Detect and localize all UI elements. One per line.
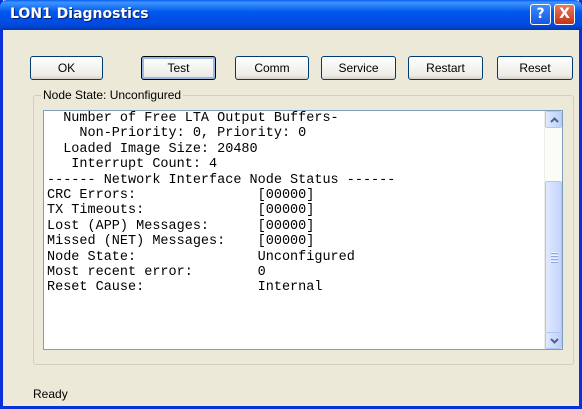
scroll-thumb[interactable]	[545, 181, 562, 333]
grip-line	[551, 252, 558, 254]
output-line: Node State: Unconfigured	[47, 249, 355, 265]
grip-line	[551, 255, 558, 257]
diagnostics-window: LON1 Diagnostics ? X OK Test Comm Servic…	[0, 0, 582, 409]
scroll-up-button[interactable]	[545, 111, 562, 128]
title-bar[interactable]: LON1 Diagnostics ? X	[0, 0, 582, 30]
output-line: Number of Free LTA Output Buffers-	[47, 111, 339, 126]
grip-line	[551, 258, 558, 260]
service-button[interactable]: Service	[321, 56, 396, 80]
output-line: ------ Network Interface Node Status ---…	[47, 172, 396, 188]
output-line: TX Timeouts: [00000]	[47, 203, 315, 219]
output-line: Interrupt Count: 4	[47, 157, 218, 173]
chevron-down-icon	[550, 338, 559, 344]
chevron-up-icon	[550, 117, 559, 123]
output-line: Missed (NET) Messages: [00000]	[47, 234, 315, 250]
comm-button[interactable]: Comm	[235, 56, 309, 80]
node-state-label: Node State: Unconfigured	[41, 88, 184, 102]
status-text: Ready	[33, 387, 68, 401]
diagnostics-output[interactable]: Number of Free LTA Output Buffers- Non-P…	[43, 110, 563, 350]
help-button[interactable]: ?	[530, 4, 551, 25]
scroll-down-button[interactable]	[545, 332, 562, 349]
output-line: CRC Errors: [00000]	[47, 187, 315, 203]
test-button[interactable]: Test	[141, 56, 216, 80]
reset-button[interactable]: Reset	[497, 56, 573, 80]
window-title: LON1 Diagnostics	[10, 6, 149, 22]
close-button[interactable]: X	[554, 4, 575, 25]
output-text: Number of Free LTA Output Buffers- Non-P…	[47, 111, 542, 296]
output-line: Non-Priority: 0, Priority: 0	[47, 126, 307, 142]
output-line: Reset Cause: Internal	[47, 280, 323, 296]
ok-button[interactable]: OK	[30, 56, 103, 80]
output-line: Lost (APP) Messages: [00000]	[47, 218, 315, 234]
restart-button[interactable]: Restart	[408, 56, 483, 80]
vertical-scrollbar[interactable]	[544, 111, 562, 349]
output-line: Most recent error: 0	[47, 264, 266, 280]
output-line: Loaded Image Size: 20480	[47, 141, 258, 157]
grip-line	[551, 261, 558, 263]
